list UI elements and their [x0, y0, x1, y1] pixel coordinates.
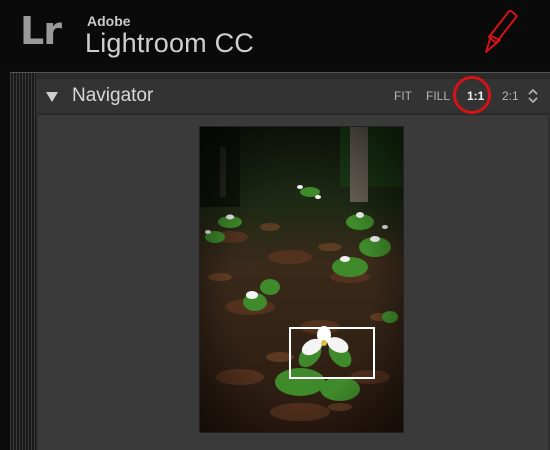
- zoom-fill-option[interactable]: FILL: [426, 90, 450, 102]
- red-circle-annotation: [453, 76, 491, 114]
- lightroom-logo: Lr: [20, 9, 62, 53]
- zoom-stepper-icon[interactable]: [528, 88, 538, 104]
- panel-edge-lines: [10, 73, 36, 450]
- collapse-triangle-icon[interactable]: [46, 92, 58, 102]
- lightroom-window: Lr Adobe Lightroom CC Navigator FIT FILL…: [0, 0, 550, 450]
- zoom-fit-option[interactable]: FIT: [394, 90, 412, 102]
- zoom-2to1-option[interactable]: 2:1: [502, 90, 519, 102]
- navigator-panel: Navigator FIT FILL 1:1 2:1: [36, 79, 550, 450]
- left-panel-stack: Navigator FIT FILL 1:1 2:1: [10, 72, 550, 450]
- zoom-region-box[interactable]: [289, 327, 375, 379]
- photo-thumbnail[interactable]: [200, 127, 403, 432]
- red-arrow-annotation: [485, 10, 518, 53]
- company-name: Adobe: [87, 13, 131, 29]
- navigator-preview[interactable]: [38, 114, 548, 450]
- panel-title: Navigator: [72, 85, 154, 106]
- product-name: Lightroom CC: [85, 28, 254, 58]
- forest-trillium-photo: [200, 127, 403, 432]
- app-header: Lr Adobe Lightroom CC: [0, 0, 550, 70]
